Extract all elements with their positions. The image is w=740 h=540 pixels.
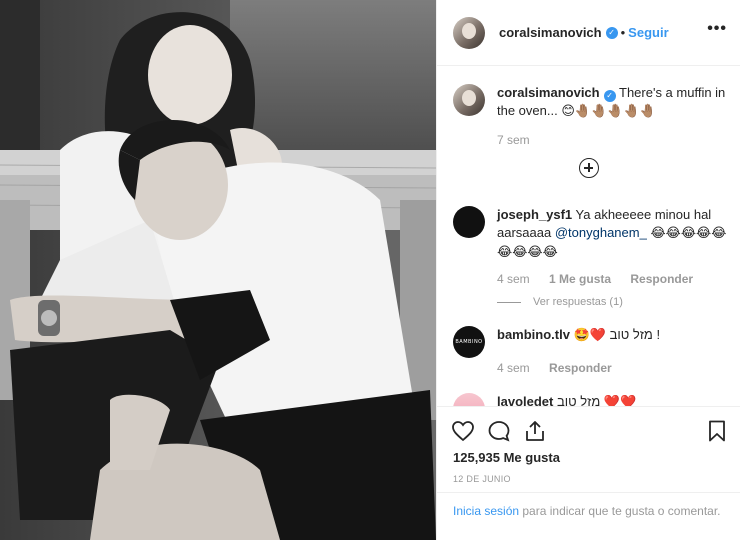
commenter-avatar[interactable]: BAMBINO — [453, 326, 485, 358]
reply-button[interactable]: Responder — [549, 361, 612, 375]
comment-time[interactable]: 4 sem — [497, 361, 530, 375]
comment-item: lavoledet מזל טוב ❤️❤️ — [453, 393, 733, 406]
comment-emojis: 🤩❤️ — [573, 328, 606, 343]
caption-emojis: 😊🤚🏽🤚🏽🤚🏽🤚🏽🤚🏽 — [561, 104, 656, 119]
share-icon[interactable] — [523, 419, 547, 443]
comment-emojis: ❤️❤️ — [603, 395, 637, 406]
post-sidebar: coralsimanovich ✓ • Seguir ••• coralsima… — [436, 0, 740, 540]
follow-button[interactable]: Seguir — [628, 25, 668, 40]
post-photo[interactable] — [0, 0, 436, 540]
caption: coralsimanovich ✓ There's a muffin in the… — [453, 84, 733, 147]
replies-line — [497, 301, 521, 303]
caption-avatar[interactable] — [453, 84, 485, 116]
comment-text: מזל טוב — [556, 394, 601, 406]
post-header: coralsimanovich ✓ • Seguir ••• — [437, 0, 740, 66]
header-separator: • — [620, 25, 626, 40]
more-options-icon[interactable]: ••• — [707, 20, 727, 38]
author-username[interactable]: coralsimanovich — [499, 25, 602, 40]
view-replies-label: Ver respuestas (1) — [533, 296, 623, 308]
login-prompt-text: para indicar que te gusta o comentar. — [519, 504, 721, 518]
comment-icon[interactable] — [487, 419, 511, 443]
action-bar — [437, 406, 740, 454]
comment-item: BAMBINO bambino.tlv 🤩❤️ מזל טוב ! 4 sem … — [453, 326, 733, 375]
verified-badge-icon: ✓ — [603, 90, 616, 102]
post-date[interactable]: 12 DE JUNIO — [453, 474, 511, 484]
instagram-post: coralsimanovich ✓ • Seguir ••• coralsima… — [0, 0, 740, 540]
comment-text: מזל טוב ! — [609, 327, 661, 342]
login-link[interactable]: Inicia sesión — [453, 504, 519, 518]
photo-illustration — [0, 0, 436, 540]
heart-icon[interactable] — [451, 419, 475, 443]
load-more-comments-icon[interactable] — [579, 158, 599, 178]
login-prompt: Inicia sesión para indicar que te gusta … — [437, 492, 740, 520]
commenter-avatar[interactable] — [453, 206, 485, 238]
comment-likes[interactable]: 1 Me gusta — [549, 272, 611, 286]
comment-mention[interactable]: @tonyghanem_ — [555, 225, 647, 240]
author-avatar[interactable] — [453, 16, 485, 49]
comment-item: joseph_ysf1 Ya akheeeee minou hal aarsaa… — [453, 206, 733, 308]
comment-username[interactable]: bambino.tlv — [497, 327, 570, 342]
caption-username[interactable]: coralsimanovich — [497, 85, 600, 100]
comment-username[interactable]: joseph_ysf1 — [497, 207, 572, 222]
reply-button[interactable]: Responder — [630, 272, 693, 286]
comment-username[interactable]: lavoledet — [497, 394, 553, 406]
view-replies-button[interactable]: Ver respuestas (1) — [497, 296, 733, 308]
caption-time[interactable]: 7 sem — [497, 133, 530, 147]
verified-badge-icon: ✓ — [605, 26, 618, 39]
bookmark-icon[interactable] — [705, 419, 729, 443]
commenter-avatar[interactable] — [453, 393, 485, 406]
avatar-logo-text: BAMBINO — [455, 339, 483, 345]
likes-count[interactable]: 125,935 Me gusta — [453, 450, 560, 465]
comment-time[interactable]: 4 sem — [497, 272, 530, 286]
comments-list[interactable]: coralsimanovich ✓ There's a muffin in the… — [437, 67, 740, 406]
